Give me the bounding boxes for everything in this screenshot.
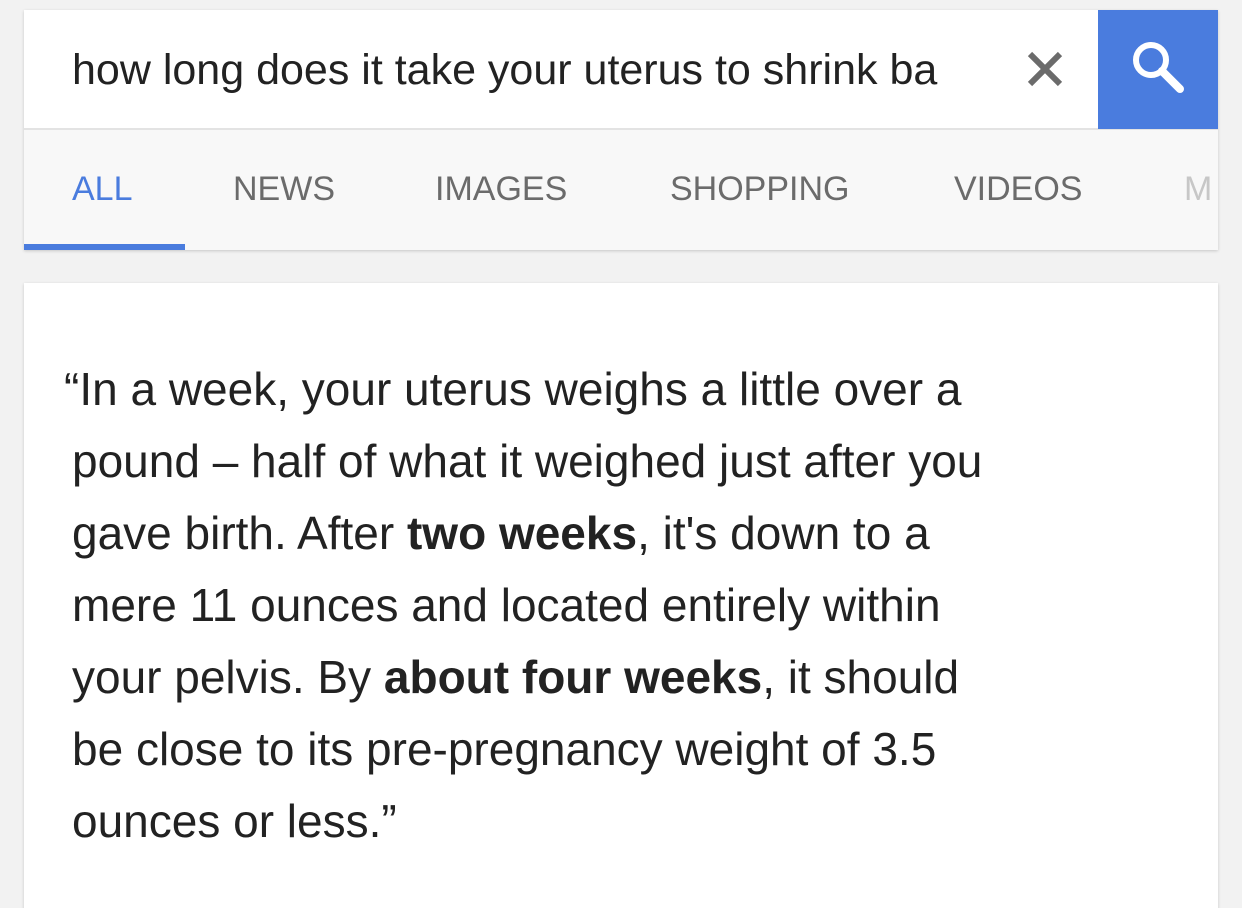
search-results-page: ALL NEWS IMAGES SHOPPING VIDEOS M “In a … [0,0,1242,908]
snippet-text: gave birth. After [72,507,407,559]
tab-more[interactable]: M [1184,170,1212,209]
snippet-text: , it's down to a [637,507,930,559]
search-bar [24,10,1218,130]
snippet-text: , it should [762,651,960,703]
snippet-highlight: two weeks [406,507,638,559]
search-button[interactable] [1098,10,1218,129]
featured-snippet-card: “In a week, your uterus weighs a little … [24,283,1218,908]
tab-all[interactable]: ALL [72,170,133,209]
snippet-line: pound – half of what it weighed just aft… [72,435,983,487]
tab-images[interactable]: IMAGES [435,170,567,209]
tab-news[interactable]: NEWS [233,170,335,209]
search-input[interactable] [72,40,1012,100]
snippet-line: ounces or less.” [72,795,397,847]
snippet-line: your pelvis. By about four weeks, it sho… [72,641,1182,713]
search-icon [1129,38,1187,101]
tab-videos[interactable]: VIDEOS [954,170,1082,209]
featured-snippet-quote: “In a week, your uterus weighs a little … [64,353,1182,857]
snippet-line: mere 11 ounces and located entirely with… [72,579,941,631]
snippet-line: be close to its pre-pregnancy weight of … [72,723,937,775]
search-header: ALL NEWS IMAGES SHOPPING VIDEOS M [24,10,1218,250]
search-tabs: ALL NEWS IMAGES SHOPPING VIDEOS M [24,130,1218,250]
close-icon [1025,49,1065,94]
tab-shopping[interactable]: SHOPPING [670,170,849,209]
snippet-highlight: about four weeks [383,651,763,703]
snippet-line: “In a week, your uterus weighs a little … [64,363,962,415]
snippet-line: gave birth. After two weeks, it's down t… [72,497,1182,569]
clear-search-button[interactable] [1020,44,1070,98]
snippet-text: your pelvis. By [72,651,384,703]
active-tab-indicator [24,244,185,250]
